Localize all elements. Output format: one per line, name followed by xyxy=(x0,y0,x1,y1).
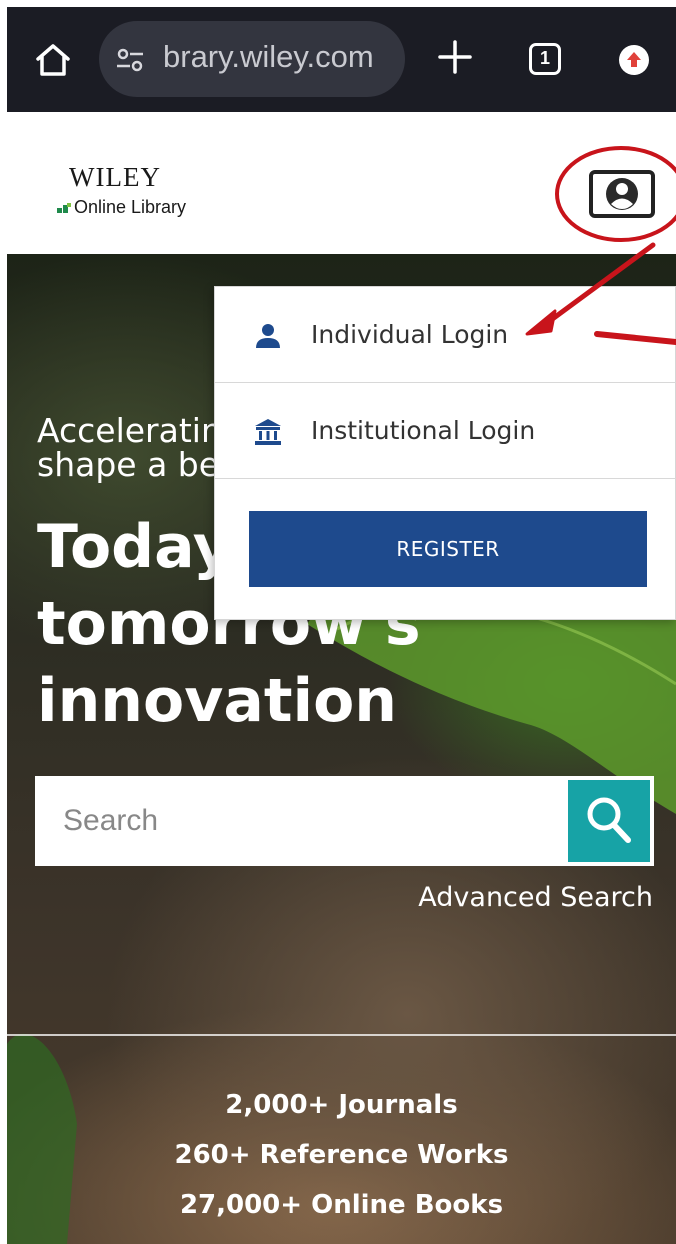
account-button[interactable] xyxy=(589,170,655,218)
stat-reference-works[interactable]: 260+ Reference Works xyxy=(7,1130,676,1180)
stat-online-books[interactable]: 27,000+ Online Books xyxy=(7,1180,676,1230)
address-bar[interactable]: brary.wiley.com xyxy=(99,21,405,97)
individual-login-label: Individual Login xyxy=(311,320,509,349)
register-button[interactable]: REGISTER xyxy=(249,511,647,587)
logo-title: WILEY xyxy=(69,162,161,192)
institution-icon xyxy=(255,419,281,445)
search-box xyxy=(35,776,654,866)
home-icon[interactable] xyxy=(34,41,72,79)
logo-subtitle-row: Online Library xyxy=(57,197,186,218)
stats-list: 2,000+ Journals 260+ Reference Works 27,… xyxy=(7,1080,676,1230)
browser-toolbar: brary.wiley.com 1 xyxy=(7,7,676,112)
login-dropdown: Individual Login Institutional Login REG… xyxy=(214,286,676,620)
logo-subtitle: Online Library xyxy=(74,197,187,217)
search-icon xyxy=(587,797,631,843)
advanced-search-link[interactable]: Advanced Search xyxy=(418,882,653,913)
site-header: WILEY Online Library xyxy=(7,112,676,254)
institutional-login-label: Institutional Login xyxy=(311,416,536,445)
individual-login-item[interactable]: Individual Login xyxy=(215,287,676,383)
stat-journals[interactable]: 2,000+ Journals xyxy=(7,1080,676,1130)
screen: brary.wiley.com 1 WILEY Online Library A… xyxy=(7,7,676,1244)
person-icon xyxy=(256,324,280,348)
hero-title-line3: innovation xyxy=(37,666,397,736)
logo-mark-icon xyxy=(57,203,71,213)
tab-switcher-icon[interactable]: 1 xyxy=(529,43,561,75)
url-text[interactable]: brary.wiley.com xyxy=(163,39,374,75)
institutional-login-item[interactable]: Institutional Login xyxy=(215,383,676,479)
new-tab-icon[interactable] xyxy=(435,37,475,77)
search-button[interactable] xyxy=(568,780,650,862)
site-settings-icon[interactable] xyxy=(115,45,145,75)
update-icon[interactable] xyxy=(619,45,649,75)
hero-divider xyxy=(7,1034,676,1036)
account-icon xyxy=(606,178,638,210)
search-input[interactable] xyxy=(35,776,567,866)
